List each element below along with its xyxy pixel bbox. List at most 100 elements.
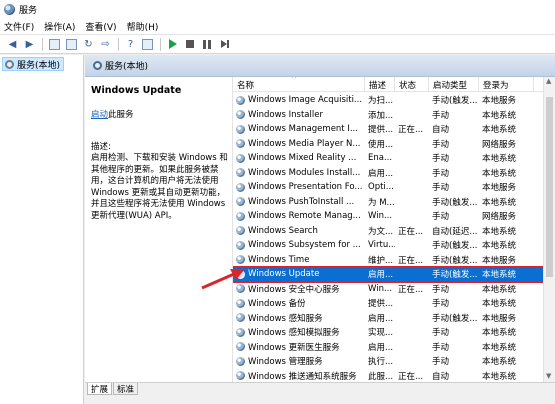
table-row[interactable]: Windows 管理服务 执行... 手动 本地系统 [233, 354, 555, 369]
console-tree: 服务(本地) [0, 55, 84, 404]
service-status: 正在... [398, 226, 424, 237]
service-description: 使用... [368, 139, 394, 150]
column-header-log-on-as[interactable]: 登录为 [479, 77, 534, 92]
table-row[interactable]: Windows 推送通知系统服务 此服... 正在... 自动 本地系统 [233, 369, 555, 383]
table-row[interactable]: Windows PushToInstall ... 为 M... 手动(触发... 本… [233, 195, 555, 210]
service-log-on-as: 本地服务 [482, 96, 517, 107]
column-header-name[interactable]: 名称 ^ [233, 77, 365, 92]
table-row[interactable]: Windows Remote Manag... Win... 手动 网络服务 [233, 209, 555, 224]
service-name-cell: Windows Presentation Fo... [233, 182, 365, 192]
service-name: Windows Image Acquisiti... [248, 95, 363, 106]
service-name-cell: Windows 推送通知系统服务 [233, 370, 365, 382]
table-row[interactable]: Windows 安全中心服务 Win... 正在... 手动 本地系统 [233, 282, 555, 297]
service-status: 正在... [398, 125, 424, 136]
restart-service-icon[interactable] [217, 38, 230, 51]
table-row[interactable]: Windows Media Player N... 使用... 手动 网络服务 [233, 137, 555, 152]
service-description: Win... [368, 283, 393, 294]
service-log-on-as: 本地系统 [482, 125, 517, 136]
table-row[interactable]: Windows Presentation Fo... Opti... 手动 本地服务 [233, 180, 555, 195]
service-name-cell: Windows 备份 [233, 297, 365, 309]
service-gear-icon [236, 240, 245, 250]
service-status: 正在... [398, 284, 424, 295]
service-startup-type: 自动 [432, 371, 450, 382]
menu-action[interactable]: 操作(A) [44, 20, 75, 33]
service-log-on-as: 本地系统 [482, 342, 517, 353]
service-name: Windows 更新医生服务 [248, 342, 340, 353]
service-log-on-as: 本地系统 [482, 371, 517, 382]
table-row[interactable]: Windows Time 维护... 正在... 手动(触发... 本地服务 [233, 253, 555, 268]
list-header: 名称 ^ 描述 状态 启动类型 登录为 [233, 77, 555, 92]
column-header-status[interactable]: 状态 [395, 77, 429, 92]
table-row[interactable]: Windows Installer 添加... 手动 本地系统 [233, 108, 555, 123]
start-service-icon[interactable] [166, 38, 179, 51]
service-description: 实现... [368, 328, 394, 339]
console-tree-icon[interactable] [48, 38, 61, 51]
red-arrow-annotation [201, 269, 244, 290]
service-startup-type: 手动(触发... [432, 197, 478, 208]
back-icon[interactable]: ◀ [6, 38, 19, 51]
properties-icon[interactable] [65, 38, 78, 51]
service-description: Win... [368, 211, 393, 222]
service-description: 启用... [368, 313, 394, 324]
table-row[interactable]: Windows Modules Install... 启用... 手动 本地系统 [233, 166, 555, 181]
service-name: Windows 感知服务 [248, 313, 323, 324]
service-description: 启用... [368, 168, 394, 179]
tree-item-services-local[interactable]: 服务(本地) [2, 57, 65, 71]
service-name-cell: Windows 感知模拟服务 [233, 326, 365, 338]
tree-item-label: 服务(本地) [17, 60, 61, 71]
start-service-row: 启动此服务 [91, 108, 227, 120]
export-list-icon[interactable]: ⇨ [99, 38, 112, 51]
menu-file[interactable]: 文件(F) [4, 20, 34, 33]
service-log-on-as: 本地系统 [482, 241, 517, 252]
refresh-icon[interactable]: ↻ [82, 38, 95, 51]
service-startup-type: 手动 [432, 154, 450, 165]
service-description: 添加... [368, 110, 394, 121]
table-row[interactable]: Windows Subsystem for ... Virtu... 手动(触发..… [233, 238, 555, 253]
table-row[interactable]: Windows Mixed Reality ... Ena... 手动 本地系统 [233, 151, 555, 166]
service-startup-type: 手动 [432, 342, 450, 353]
menu-view[interactable]: 查看(V) [85, 20, 116, 33]
scroll-down-icon[interactable]: ▼ [546, 372, 551, 380]
service-log-on-as: 本地服务 [482, 255, 517, 266]
scroll-thumb[interactable] [546, 97, 553, 277]
table-row[interactable]: Windows Image Acquisiti... 为扫... 手动(触发... 本… [233, 93, 555, 108]
service-description: 执行... [368, 357, 394, 368]
tab-standard[interactable]: 标准 [113, 383, 139, 395]
tab-extended[interactable]: 扩展 [87, 383, 113, 395]
service-startup-type: 手动 [432, 299, 450, 310]
stop-service-icon[interactable] [183, 38, 196, 51]
service-status: 正在... [398, 371, 424, 382]
pause-service-icon[interactable] [200, 38, 213, 51]
service-name: Windows 感知模拟服务 [248, 328, 340, 339]
service-name-cell: Windows Time [233, 255, 365, 265]
table-row[interactable]: Windows Management I... 提供... 正在... 自动 本地系统 [233, 122, 555, 137]
service-gear-icon [236, 327, 245, 337]
vertical-scrollbar[interactable]: ▲ ▼ [543, 77, 555, 382]
service-description: Ena... [368, 153, 393, 164]
show-hide-icon[interactable] [141, 38, 154, 51]
table-row[interactable]: Windows 感知服务 启用... 手动(触发... 本地服务 [233, 311, 555, 326]
service-description: 为文... [368, 226, 394, 237]
forward-icon[interactable]: ▶ [23, 38, 36, 51]
table-row[interactable]: Windows 备份 提供... 手动 本地系统 [233, 296, 555, 311]
column-header-description[interactable]: 描述 [365, 77, 395, 92]
table-row[interactable]: Windows 更新医生服务 启用... 手动 本地系统 [233, 340, 555, 355]
details-pane: 服务(本地) Windows Update 启动此服务 描述: 启用检测、下载和… [85, 55, 555, 404]
service-rows: Windows Image Acquisiti... 为扫... 手动(触发... 本… [233, 93, 555, 382]
scroll-up-icon[interactable]: ▲ [546, 77, 551, 85]
help-icon[interactable]: ? [124, 38, 137, 51]
column-header-startup-type[interactable]: 启动类型 [429, 77, 479, 92]
toolbar-separator [118, 37, 119, 51]
table-row[interactable]: Windows Search 为文... 正在... 自动(延迟... 本地系统 [233, 224, 555, 239]
services-app-icon [4, 3, 15, 15]
gear-icon [93, 61, 102, 70]
table-row-selected[interactable]: Windows Update 启用... 手动(触发... 本地系统 [233, 266, 555, 283]
service-startup-type: 手动 [432, 168, 450, 179]
service-name: Windows Time [248, 254, 310, 265]
service-gear-icon [236, 110, 245, 120]
menu-help[interactable]: 帮助(H) [127, 20, 159, 33]
start-service-link[interactable]: 启动 [91, 110, 108, 120]
service-startup-type: 手动(触发... [432, 241, 478, 252]
table-row[interactable]: Windows 感知模拟服务 实现... 手动 本地系统 [233, 325, 555, 340]
service-name: Windows 推送通知系统服务 [248, 371, 357, 382]
